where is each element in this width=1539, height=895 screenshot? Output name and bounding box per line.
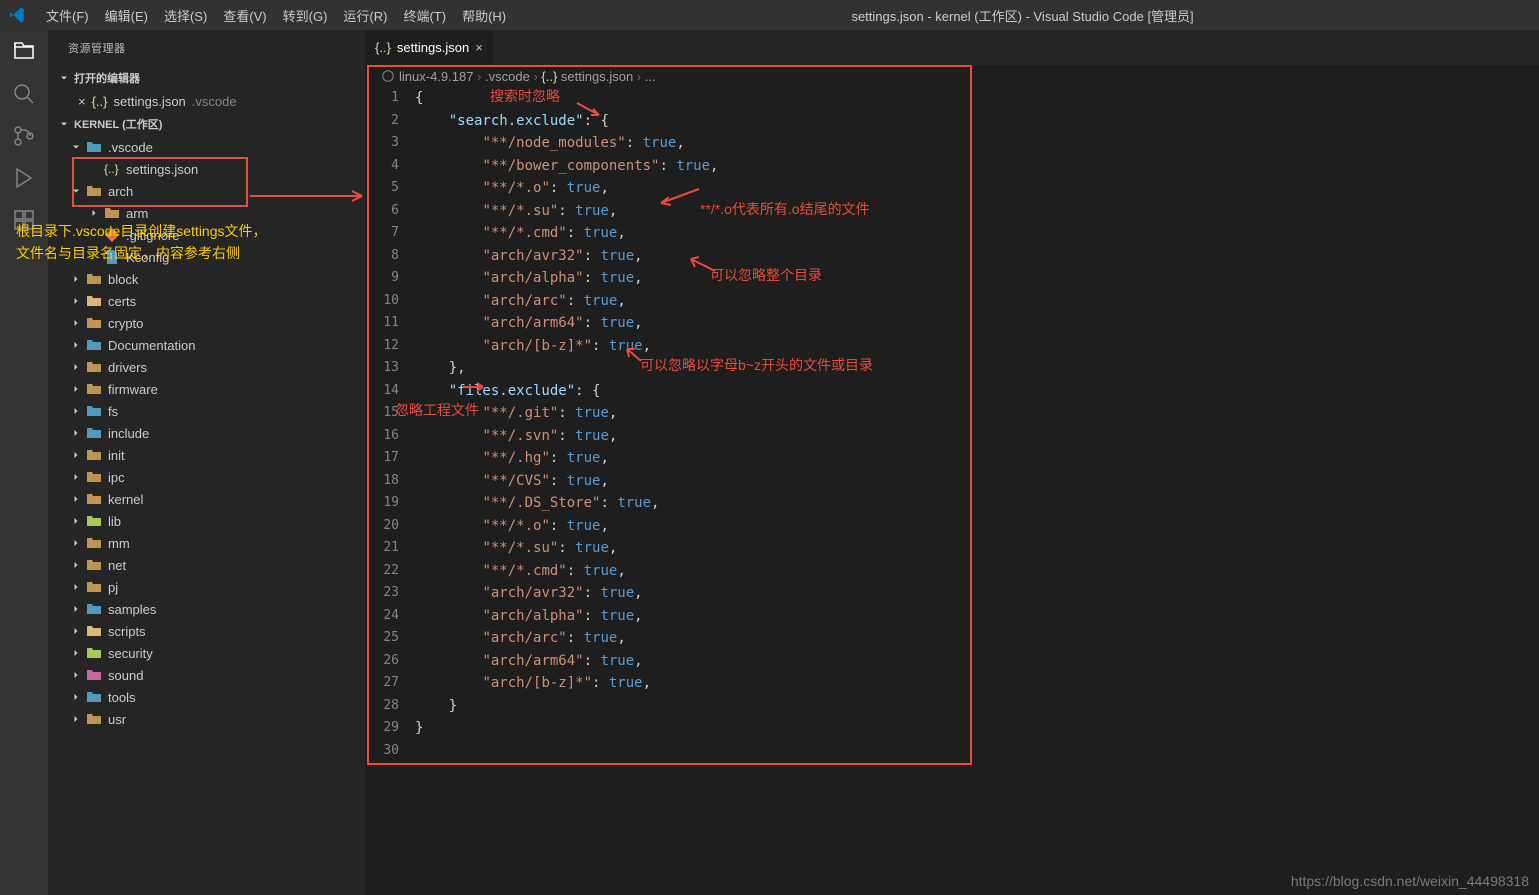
tree-item[interactable]: sound — [48, 664, 365, 686]
tab-bar: {..} settings.json × — [365, 30, 1539, 65]
titlebar: 文件(F)编辑(E)选择(S)查看(V)转到(G)运行(R)终端(T)帮助(H)… — [0, 0, 1539, 30]
menu-item[interactable]: 查看(V) — [215, 6, 274, 25]
tree-item[interactable]: lib — [48, 510, 365, 532]
window-title: settings.json - kernel (工作区) - Visual St… — [514, 6, 1531, 25]
sidebar-title: 资源管理器 — [48, 30, 365, 66]
tree-item[interactable]: arch — [48, 180, 365, 202]
open-editors-header[interactable]: 打开的编辑器 — [48, 66, 365, 90]
tree-item[interactable]: net — [48, 554, 365, 576]
tree-item[interactable]: arm — [48, 202, 365, 224]
tree-item[interactable]: block — [48, 268, 365, 290]
chevron-down-icon — [58, 72, 70, 84]
tree-item[interactable]: .vscode — [48, 136, 365, 158]
tree-item[interactable]: fs — [48, 400, 365, 422]
tree-item[interactable]: scripts — [48, 620, 365, 642]
run-debug-icon[interactable] — [12, 166, 36, 190]
menu-item[interactable]: 编辑(E) — [97, 6, 156, 25]
tree-item[interactable]: firmware — [48, 378, 365, 400]
tree-item[interactable]: ipc — [48, 466, 365, 488]
activity-bar — [0, 30, 48, 895]
menu-item[interactable]: 终端(T) — [395, 6, 454, 25]
close-tab-icon[interactable]: × — [475, 40, 483, 55]
tree-item[interactable]: {..}settings.json — [48, 158, 365, 180]
close-icon[interactable]: × — [78, 94, 86, 109]
tree-item[interactable]: Kconfig — [48, 246, 365, 268]
breadcrumb[interactable]: linux-4.9.187 › .vscode › {..} settings.… — [365, 65, 1539, 87]
tree-item[interactable]: samples — [48, 598, 365, 620]
tree-item[interactable]: certs — [48, 290, 365, 312]
tree-item[interactable]: tools — [48, 686, 365, 708]
editor-content[interactable]: 1234567891011121314151617181920212223242… — [365, 87, 1539, 895]
tree-item[interactable]: usr — [48, 708, 365, 730]
tree-item[interactable]: kernel — [48, 488, 365, 510]
menu-item[interactable]: 选择(S) — [156, 6, 215, 25]
menu-item[interactable]: 帮助(H) — [454, 6, 514, 25]
tree-item[interactable]: mm — [48, 532, 365, 554]
extensions-icon[interactable] — [12, 208, 36, 232]
tree-item[interactable]: crypto — [48, 312, 365, 334]
explorer-icon[interactable] — [12, 40, 36, 64]
workspace-header[interactable]: KERNEL (工作区) — [48, 112, 365, 136]
source-control-icon[interactable] — [12, 124, 36, 148]
tree-item[interactable]: pj — [48, 576, 365, 598]
menu-item[interactable]: 转到(G) — [275, 6, 336, 25]
tree-item[interactable]: init — [48, 444, 365, 466]
code-area[interactable]: { "search.exclude": { "**/node_modules":… — [415, 87, 1539, 895]
editor-area: {..} settings.json × linux-4.9.187 › .vs… — [365, 30, 1539, 895]
sidebar: 资源管理器 打开的编辑器 × {..} settings.json .vscod… — [48, 30, 365, 895]
open-editor-item[interactable]: × {..} settings.json .vscode — [48, 90, 365, 112]
tree-item[interactable]: .gitignore — [48, 224, 365, 246]
tree-item[interactable]: drivers — [48, 356, 365, 378]
watermark: https://blog.csdn.net/weixin_44498318 — [1291, 873, 1529, 889]
circle-outline-icon — [381, 69, 395, 83]
tree-item[interactable]: include — [48, 422, 365, 444]
chevron-down-icon — [58, 118, 70, 130]
vscode-logo-icon — [8, 6, 26, 24]
line-gutter: 1234567891011121314151617181920212223242… — [365, 87, 415, 895]
search-icon[interactable] — [12, 82, 36, 106]
tree-item[interactable]: security — [48, 642, 365, 664]
menu-item[interactable]: 运行(R) — [335, 6, 395, 25]
menu-item[interactable]: 文件(F) — [38, 6, 97, 25]
tab-settings-json[interactable]: {..} settings.json × — [365, 30, 493, 65]
tree-item[interactable]: Documentation — [48, 334, 365, 356]
